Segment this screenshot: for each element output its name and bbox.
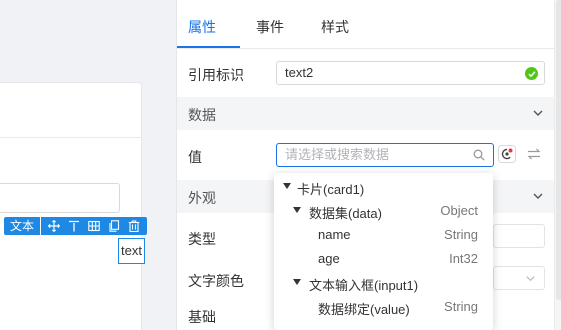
grid-icon[interactable]: [85, 217, 103, 235]
component-toolbar-actions: [41, 217, 148, 235]
card-component[interactable]: [0, 82, 142, 330]
panel-tabs: 属性 事件 样式: [177, 0, 554, 49]
caret-down-icon[interactable]: [283, 183, 291, 189]
ref-id-value: text2: [285, 65, 314, 80]
caret-down-icon[interactable]: [293, 207, 301, 213]
tree-node-binding-value[interactable]: 数据绑定(value) String: [274, 295, 493, 319]
value-placeholder: 请选择或搜索数据: [285, 147, 390, 162]
text-color-select[interactable]: [493, 266, 545, 290]
base-label: 基础: [188, 309, 216, 325]
card-divider: [0, 137, 141, 138]
chevron-down-icon: [533, 193, 543, 199]
type-label: 类型: [188, 231, 216, 247]
data-section-title: 数据: [188, 107, 216, 123]
ref-id-input[interactable]: text2: [276, 61, 545, 85]
search-icon: [473, 149, 485, 161]
appearance-section-title: 外观: [188, 190, 216, 206]
active-tab-indicator: [177, 46, 240, 48]
design-canvas[interactable]: 文本 text: [0, 0, 176, 330]
delete-icon[interactable]: [125, 217, 143, 235]
chevron-down-icon: [526, 276, 535, 282]
canvas-input-field[interactable]: [0, 183, 120, 213]
chevron-down-icon: [533, 110, 543, 116]
data-section-header[interactable]: 数据: [177, 97, 554, 130]
caret-down-icon[interactable]: [293, 279, 301, 285]
tree-node-field-age[interactable]: age Int32: [274, 247, 493, 271]
component-toolbar: 文本: [4, 217, 148, 235]
tab-events[interactable]: 事件: [256, 17, 284, 37]
swap-icon[interactable]: [526, 146, 542, 162]
tab-styles[interactable]: 样式: [321, 17, 349, 37]
panel-scrollbar[interactable]: [554, 0, 561, 330]
scrollbar-thumb[interactable]: [556, 0, 561, 300]
tree-node-text-input[interactable]: 文本输入框(input1): [274, 271, 493, 295]
align-top-icon[interactable]: [65, 217, 83, 235]
text-color-label: 文字颜色: [188, 273, 244, 289]
tree-node-dataset[interactable]: 数据集(data) Object: [274, 199, 493, 223]
component-type-label: 文本: [4, 217, 41, 235]
selected-text-component[interactable]: text: [118, 238, 145, 264]
check-circle-icon: [525, 67, 538, 80]
tree-node-card[interactable]: 卡片(card1): [274, 175, 493, 199]
data-source-dropdown: 卡片(card1) 数据集(data) Object name String a…: [274, 173, 493, 330]
type-select[interactable]: [493, 224, 545, 248]
tree-node-field-name[interactable]: name String: [274, 223, 493, 247]
tab-properties[interactable]: 属性: [188, 17, 216, 37]
copy-icon[interactable]: [105, 217, 123, 235]
ref-id-label: 引用标识: [188, 67, 244, 83]
move-icon[interactable]: [45, 217, 63, 235]
data-bind-icon[interactable]: [498, 145, 516, 163]
value-label: 值: [188, 149, 202, 165]
value-search-input[interactable]: 请选择或搜索数据: [276, 143, 494, 167]
